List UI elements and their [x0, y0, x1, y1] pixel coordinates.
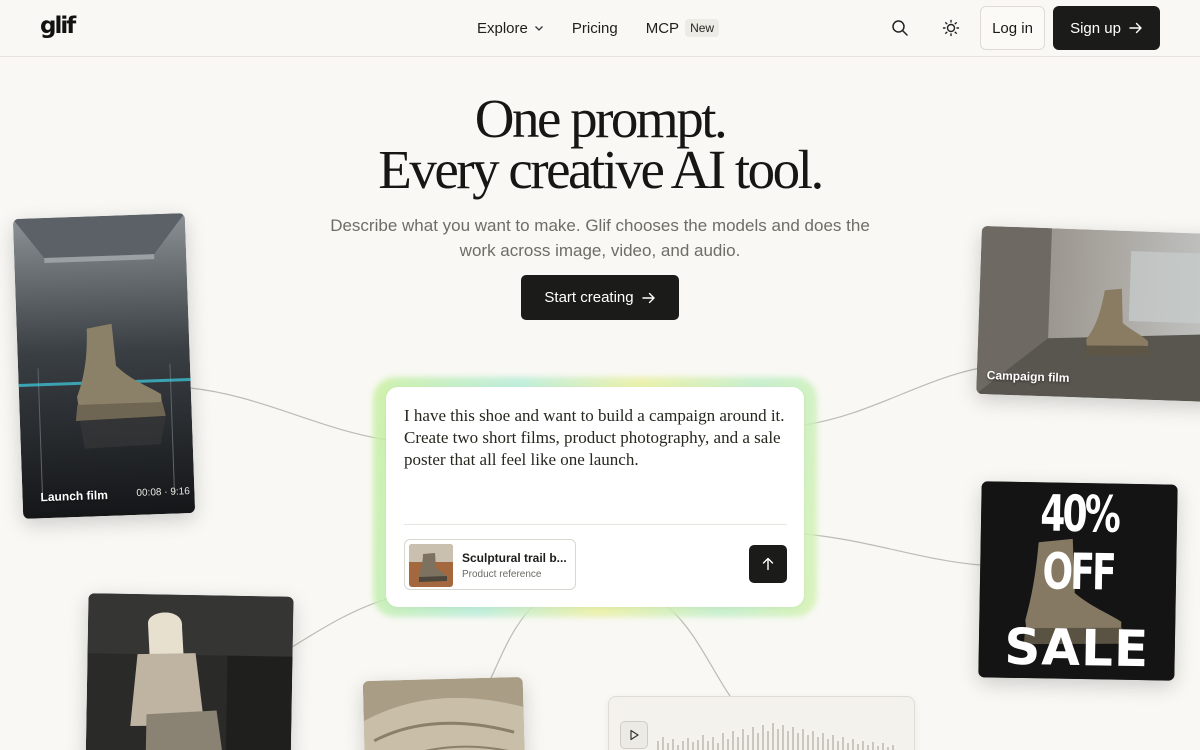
sale-poster-card[interactable]: 40% OFF SALE	[978, 481, 1178, 681]
nav-links: Explore Pricing MCP New	[477, 18, 747, 38]
login-button[interactable]: Log in	[980, 6, 1045, 50]
product-detail-card[interactable]	[362, 676, 526, 750]
chevron-down-icon	[534, 26, 543, 31]
campaign-film-card[interactable]: Campaign film	[976, 225, 1200, 403]
model-photo-image	[85, 593, 294, 750]
prompt-divider	[404, 524, 787, 525]
model-photo-card[interactable]	[85, 593, 294, 750]
attachment-name: Sculptural trail b...	[462, 551, 567, 565]
attachment-thumbnail	[409, 544, 453, 587]
signup-label: Sign up	[1070, 19, 1121, 37]
arrow-up-icon	[762, 557, 774, 571]
play-button[interactable]	[620, 721, 648, 749]
theme-toggle-button[interactable]	[939, 16, 963, 40]
launch-film-card[interactable]: Launch film 00:08 · 9:16	[12, 213, 196, 519]
nav-mcp[interactable]: MCP New	[645, 18, 720, 38]
sale-headline: 40% OFF	[1039, 484, 1119, 602]
sun-icon	[942, 19, 960, 37]
nav-pricing-label: Pricing	[571, 19, 618, 37]
signup-button[interactable]: Sign up	[1053, 6, 1160, 50]
prompt-box[interactable]: I have this shoe and want to build a cam…	[386, 387, 804, 607]
attachment-subtitle: Product reference	[462, 569, 542, 580]
top-nav: glif Explore Pricing MCP New Log in Sign…	[0, 0, 1200, 57]
new-badge: New	[685, 19, 720, 37]
nav-pricing[interactable]: Pricing	[572, 18, 618, 38]
product-reference-attachment[interactable]: Sculptural trail b... Product reference	[404, 539, 576, 590]
nav-mcp-label: MCP	[645, 19, 680, 37]
search-icon	[892, 20, 908, 36]
search-button[interactable]	[888, 16, 912, 40]
launch-film-duration: 00:08 · 9:16	[136, 486, 191, 499]
play-icon	[630, 729, 639, 741]
product-detail-image	[362, 676, 526, 750]
prompt-text[interactable]: I have this shoe and want to build a cam…	[404, 405, 789, 471]
audio-track-card[interactable]	[608, 696, 915, 750]
arrow-right-icon	[1129, 22, 1142, 34]
campaign-film-label: Campaign film	[986, 368, 1070, 386]
glif-logo[interactable]: glif	[40, 13, 76, 39]
sale-footer: SALE	[1003, 617, 1150, 679]
nav-explore-label: Explore	[477, 19, 528, 37]
nav-explore[interactable]: Explore	[477, 18, 544, 38]
send-button[interactable]	[749, 545, 787, 583]
audio-waveform	[657, 723, 894, 750]
launch-film-label: Launch film	[40, 487, 109, 505]
launch-film-image	[12, 213, 196, 519]
